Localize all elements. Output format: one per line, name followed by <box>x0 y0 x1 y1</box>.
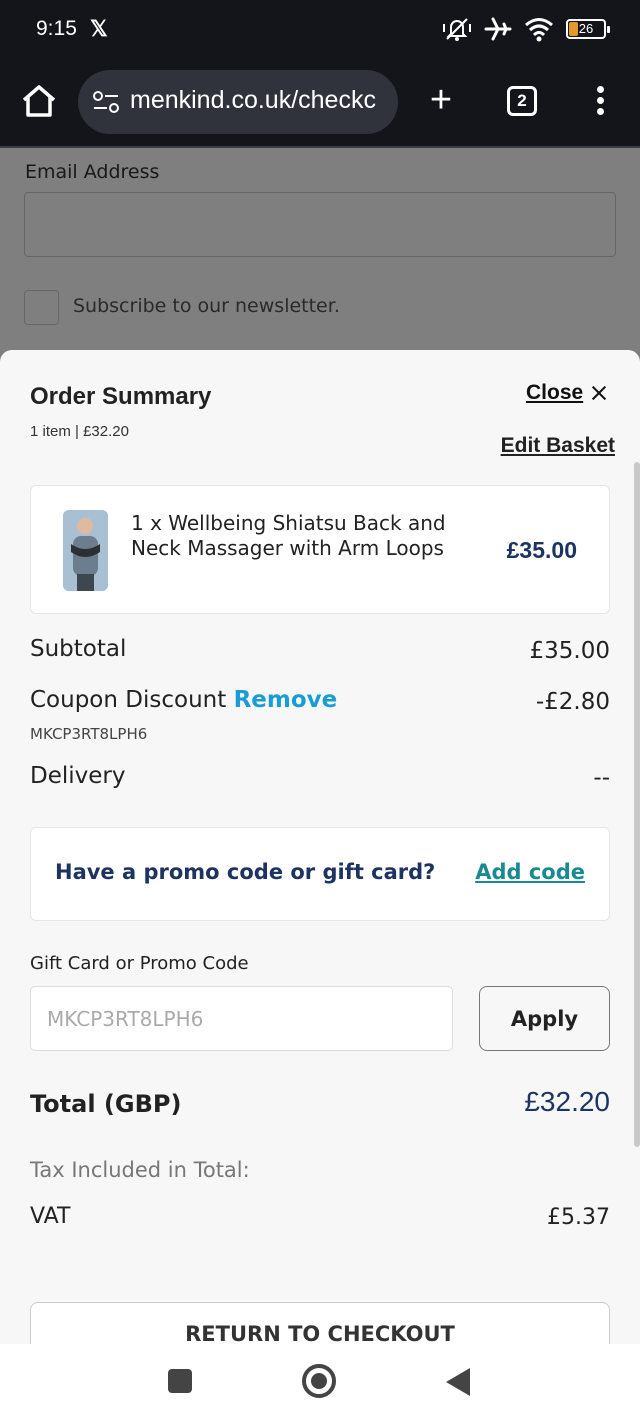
back-icon[interactable] <box>446 1368 470 1396</box>
airplane-icon <box>484 17 512 41</box>
total-label: Total (GBP) <box>30 1090 182 1118</box>
delivery-value: -- <box>593 765 610 791</box>
system-nav-bar <box>0 1344 640 1422</box>
mute-vibrate-icon <box>443 18 471 41</box>
battery-fill <box>569 22 578 36</box>
battery-level: 26 <box>578 21 594 36</box>
home-circle-icon[interactable] <box>302 1364 336 1398</box>
tax-label: Tax Included in Total: <box>30 1158 250 1182</box>
recent-apps-icon[interactable] <box>168 1369 192 1393</box>
product-name: 1 x Wellbeing Shiatsu Back and Neck Mass… <box>131 511 446 560</box>
delivery-label: Delivery <box>30 763 126 789</box>
gift-code-label: Gift Card or Promo Code <box>30 953 249 974</box>
battery-icon: 26 <box>566 19 610 39</box>
close-icon <box>591 385 607 401</box>
coupon-value: -£2.80 <box>535 689 610 715</box>
apply-button[interactable]: Apply <box>479 986 610 1051</box>
vat-value: £5.37 <box>547 1205 610 1230</box>
order-summary-subtitle: 1 item | £32.20 <box>30 423 129 440</box>
promo-card: Have a promo code or gift card? Add code <box>30 827 610 921</box>
add-code-link[interactable]: Add code <box>475 860 585 884</box>
menu-icon[interactable] <box>590 86 610 118</box>
close-label: Close <box>526 381 584 404</box>
wifi-icon <box>525 18 553 42</box>
x-app-icon: 𝕏 <box>90 16 108 41</box>
order-summary-sheet: Order Summary 1 item | £32.20 Close Edit… <box>0 350 640 1350</box>
edit-basket-link[interactable]: Edit Basket <box>501 434 615 458</box>
subtotal-label: Subtotal <box>30 636 127 662</box>
promo-question: Have a promo code or gift card? <box>55 860 436 884</box>
address-bar[interactable]: menkind.co.uk/checkc <box>78 70 398 134</box>
browser-toolbar: menkind.co.uk/checkc + 2 <box>0 58 640 148</box>
new-tab-icon[interactable]: + <box>424 80 458 120</box>
total-value: £32.20 <box>524 1086 610 1117</box>
status-time: 9:15 <box>36 17 77 40</box>
remove-coupon-link[interactable]: Remove <box>234 687 338 713</box>
coupon-row: Coupon Discount Remove <box>30 687 337 713</box>
url-text: menkind.co.uk/checkc <box>130 86 376 114</box>
gift-code-input[interactable] <box>30 986 453 1051</box>
product-price: £35.00 <box>506 537 577 563</box>
status-icons: 26 <box>442 14 610 44</box>
scrollbar[interactable] <box>634 462 640 1147</box>
coupon-label: Coupon Discount <box>30 687 227 713</box>
tabs-icon[interactable]: 2 <box>507 86 537 116</box>
site-settings-icon[interactable] <box>92 90 120 114</box>
product-image <box>63 510 108 591</box>
status-bar: 9:15 𝕏 26 <box>0 0 640 58</box>
order-summary-title: Order Summary <box>30 383 212 410</box>
product-card: 1 x Wellbeing Shiatsu Back and Neck Mass… <box>30 485 610 614</box>
close-button[interactable]: Close <box>526 378 607 408</box>
coupon-code: MKCP3RT8LPH6 <box>30 725 148 743</box>
subtotal-value: £35.00 <box>529 638 610 664</box>
return-to-checkout-button[interactable]: RETURN TO CHECKOUT <box>30 1302 610 1350</box>
vat-label: VAT <box>30 1204 71 1229</box>
home-icon[interactable] <box>18 80 60 122</box>
